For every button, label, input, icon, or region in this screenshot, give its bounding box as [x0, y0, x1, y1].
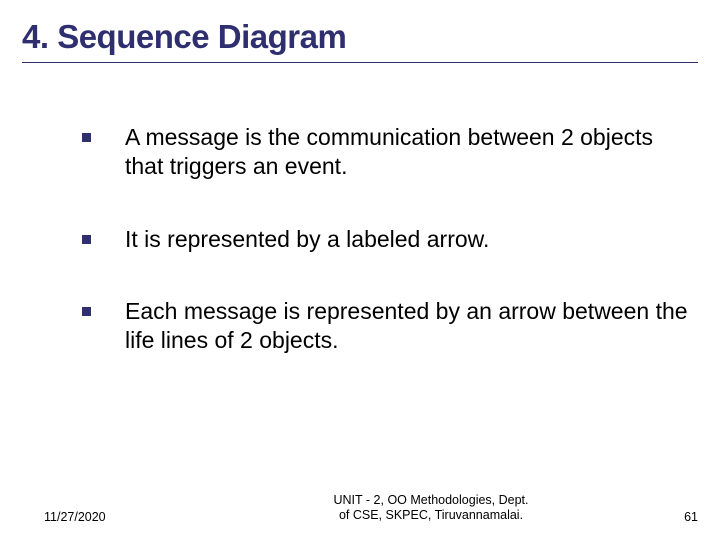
bullet-text: Each message is represented by an arrow … [125, 297, 698, 355]
square-bullet-icon [82, 235, 91, 244]
footer-center: UNIT - 2, OO Methodologies, Dept. of CSE… [224, 493, 638, 524]
slide: 4. Sequence Diagram A message is the com… [0, 0, 720, 540]
footer-page-number: 61 [638, 510, 698, 524]
bullet-text: It is represented by a labeled arrow. [125, 225, 698, 254]
footer-date: 11/27/2020 [44, 510, 224, 524]
bullet-list: A message is the communication between 2… [22, 123, 698, 355]
footer-center-line1: UNIT - 2, OO Methodologies, Dept. [334, 493, 529, 507]
square-bullet-icon [82, 307, 91, 316]
slide-footer: 11/27/2020 UNIT - 2, OO Methodologies, D… [0, 493, 720, 524]
list-item: Each message is represented by an arrow … [82, 297, 698, 355]
list-item: A message is the communication between 2… [82, 123, 698, 181]
square-bullet-icon [82, 133, 91, 142]
slide-title: 4. Sequence Diagram [22, 18, 698, 56]
list-item: It is represented by a labeled arrow. [82, 225, 698, 254]
bullet-text: A message is the communication between 2… [125, 123, 698, 181]
title-underline [22, 62, 698, 63]
footer-center-line2: of CSE, SKPEC, Tiruvannamalai. [339, 508, 523, 522]
